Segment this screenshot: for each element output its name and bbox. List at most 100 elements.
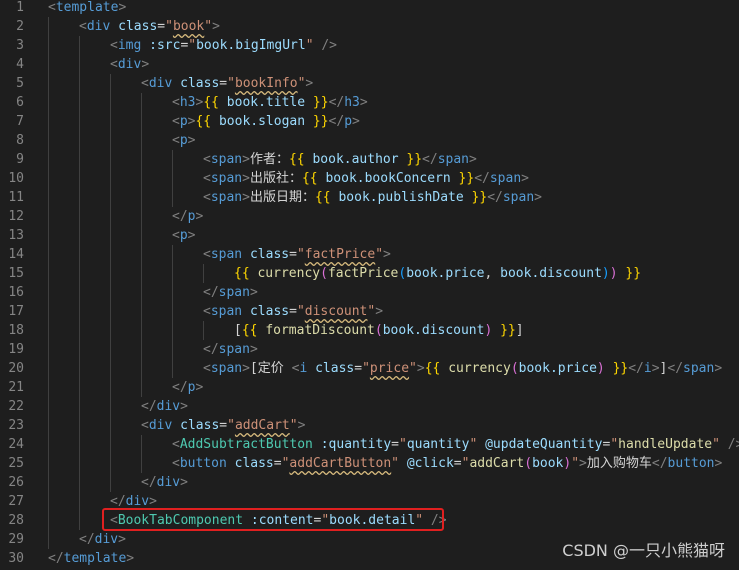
- code-token: <: [172, 228, 180, 243]
- code-token: ": [469, 437, 486, 452]
- code-token: <: [203, 304, 211, 319]
- code-token: <: [48, 0, 56, 15]
- line-number: 23: [8, 418, 24, 433]
- line-number: 29: [8, 532, 24, 547]
- code-token: }}: [450, 171, 475, 186]
- code-token: ,: [484, 266, 501, 281]
- code-token: div: [125, 494, 150, 509]
- code-token: addCart: [469, 456, 525, 471]
- line-number: 3: [16, 38, 24, 53]
- code-token: <: [203, 171, 211, 186]
- code-token: book: [172, 19, 205, 34]
- code-text: <p>: [172, 131, 195, 150]
- code-token: {{: [195, 114, 219, 129]
- code-text: </div>: [79, 530, 126, 549]
- code-token: template: [63, 551, 127, 566]
- code-text: <template>: [48, 0, 126, 17]
- code-token: =: [219, 76, 228, 91]
- code-token: <: [203, 247, 211, 262]
- code-token: </: [79, 532, 95, 547]
- code-token: book.slogan: [218, 114, 306, 129]
- code-token: </: [328, 114, 345, 129]
- code-token: </: [141, 475, 157, 490]
- code-token: book.bigImgUrl: [196, 38, 306, 53]
- code-text: <span>作者：{{ book.author }}</span>: [203, 150, 477, 169]
- code-token: =: [289, 247, 297, 262]
- code-token: >: [469, 152, 477, 167]
- code-token: }}: [492, 323, 516, 338]
- code-text: <p>{{ book.slogan }}</p>: [172, 112, 360, 131]
- code-token: class: [180, 76, 220, 91]
- code-token: price: [369, 361, 410, 376]
- code-line[interactable]: 3 <img :src="book.bigImgUrl" />: [0, 36, 739, 55]
- code-token: addCartButton: [289, 456, 392, 471]
- code-token: >: [180, 475, 188, 490]
- code-token: ": [188, 38, 197, 53]
- code-token: >: [383, 247, 391, 262]
- code-token: =: [391, 437, 399, 452]
- code-token: />: [321, 38, 337, 53]
- code-token: >: [534, 190, 542, 205]
- code-token: ": [399, 437, 407, 452]
- code-token: ": [362, 361, 370, 376]
- code-token: div: [94, 532, 119, 547]
- code-token: >: [359, 95, 368, 110]
- code-token: >: [375, 304, 384, 319]
- code-token: </: [203, 285, 219, 300]
- code-line[interactable]: 2 <div class="book">: [0, 17, 739, 36]
- code-token: ": [571, 456, 580, 471]
- code-token: 出版日期：: [249, 190, 315, 205]
- code-text: <span>出版日期：{{ book.publishDate }}</span>: [203, 188, 542, 207]
- code-token: ": [296, 247, 305, 262]
- code-token: 出版社：: [249, 171, 302, 186]
- code-token: class: [249, 304, 290, 319]
- line-number: 20: [8, 361, 24, 376]
- code-token: quantity: [406, 437, 470, 452]
- line-number: 6: [16, 95, 24, 110]
- code-text: </p>: [172, 378, 203, 397]
- line-number: 2: [16, 19, 24, 34]
- code-token: </: [172, 380, 188, 395]
- line-number: 8: [16, 133, 24, 148]
- code-text: </span>: [203, 283, 258, 302]
- line-number: 1: [16, 0, 24, 15]
- code-token: class: [315, 361, 355, 376]
- code-token: span: [210, 361, 243, 376]
- code-token: }}: [305, 114, 329, 129]
- indent-guide: [110, 74, 111, 492]
- highlight-box: [102, 508, 444, 531]
- code-token: </: [110, 494, 126, 509]
- code-token: div: [148, 76, 181, 91]
- line-number: 26: [8, 475, 24, 490]
- code-token: span: [210, 152, 243, 167]
- code-token: =: [273, 456, 282, 471]
- indent-guide: [141, 93, 142, 397]
- code-token: i: [643, 361, 652, 376]
- code-token: factPrice: [304, 247, 376, 262]
- line-number: 4: [16, 57, 24, 72]
- code-token: :quantity: [320, 437, 392, 452]
- code-token: span: [683, 361, 715, 376]
- code-text: </p>: [172, 207, 203, 226]
- code-token: >: [714, 361, 723, 376]
- line-number: 17: [8, 304, 24, 319]
- code-line[interactable]: 1 <template>: [0, 0, 739, 17]
- code-token: {{: [424, 361, 449, 376]
- code-line[interactable]: 4 <div>: [0, 55, 739, 74]
- code-editor[interactable]: 1 <template> 2 <div class="book"> 3 <img :src…: [0, 0, 739, 570]
- line-number: 5: [16, 76, 24, 91]
- code-text: <span>出版社：{{ book.bookConcern }}</span>: [203, 169, 529, 188]
- code-token: =: [453, 456, 462, 471]
- line-number: 10: [8, 171, 24, 186]
- code-token: </: [422, 152, 438, 167]
- code-token: <: [172, 114, 180, 129]
- code-token: p: [179, 228, 188, 243]
- code-token: >: [249, 342, 258, 357]
- code-token: }}: [305, 95, 329, 110]
- code-token: >: [126, 551, 135, 566]
- code-text: <img :src="book.bigImgUrl" />: [110, 36, 337, 55]
- code-text: <span class="discount">: [203, 302, 383, 321]
- line-number: 16: [8, 285, 24, 300]
- code-token: ): [596, 361, 605, 376]
